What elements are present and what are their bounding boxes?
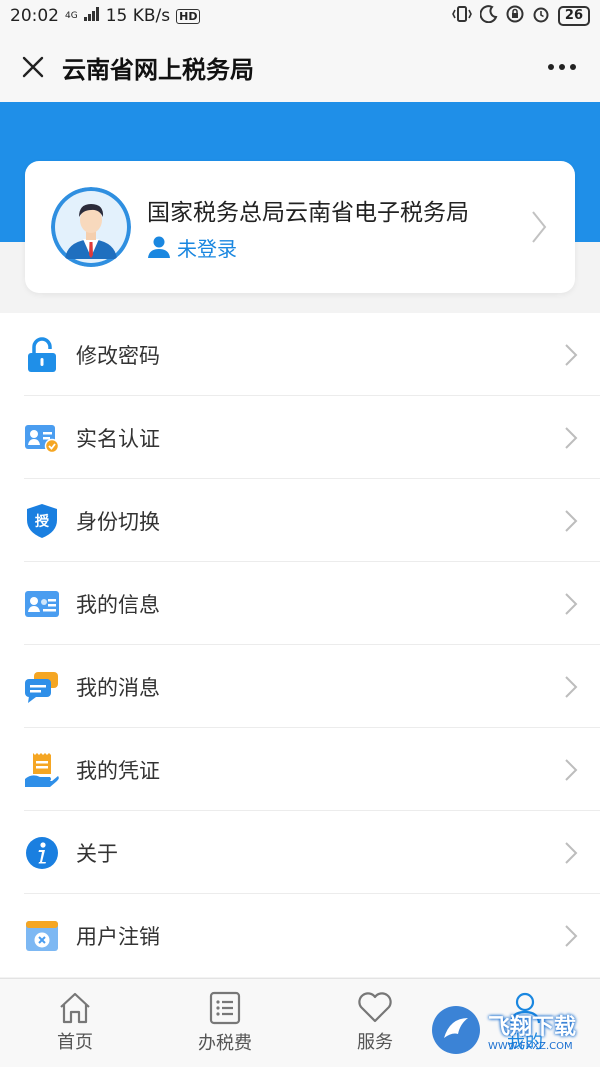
login-status-label: 未登录 [177, 236, 237, 261]
more-options-button[interactable] [542, 52, 582, 82]
menu-item-real-name-auth[interactable]: 实名认证 [0, 396, 600, 479]
watermark-url: WWW.FXXZ.COM [488, 1040, 573, 1052]
menu-list: 修改密码 实名认证 授 身份切换 我的信息 我的消息 我的凭证 关于 用户注销 [0, 313, 600, 977]
login-status[interactable]: 未登录 [147, 233, 529, 262]
watermark-text: 飞翔下载 [488, 1014, 577, 1040]
clock: 20:02 [10, 6, 59, 26]
more-dots-icon [548, 64, 576, 70]
menu-item-my-messages[interactable]: 我的消息 [0, 645, 600, 728]
menu-item-deregister[interactable]: 用户注销 [0, 894, 600, 977]
chevron-right-icon [565, 758, 578, 781]
menu-item-change-password[interactable]: 修改密码 [0, 313, 600, 396]
hd-icon: HD [176, 8, 201, 24]
heart-icon [358, 992, 392, 1023]
info-card-icon [24, 586, 60, 622]
svg-text:授: 授 [35, 513, 50, 530]
chevron-right-icon [565, 509, 578, 532]
close-icon [22, 56, 44, 78]
user-icon [148, 236, 170, 258]
id-verify-icon [24, 420, 60, 456]
voucher-icon [24, 752, 60, 788]
menu-item-identity-switch[interactable]: 授 身份切换 [0, 479, 600, 562]
menu-item-my-vouchers[interactable]: 我的凭证 [0, 728, 600, 811]
menu-item-label: 我的信息 [76, 592, 160, 617]
chevron-right-icon [565, 343, 578, 366]
watermark-logo-icon [432, 1006, 480, 1054]
battery-indicator: 26 [557, 6, 590, 26]
menu-item-label: 我的消息 [76, 675, 160, 700]
menu-item-about[interactable]: 关于 [0, 811, 600, 894]
alarm-icon [532, 5, 550, 27]
menu-item-label: 用户注销 [76, 924, 160, 949]
chevron-right-icon [565, 592, 578, 615]
home-icon [60, 992, 90, 1024]
menu-item-label: 我的凭证 [76, 758, 160, 783]
org-name: 国家税务总局云南省电子税务局 [147, 199, 469, 226]
chevron-right-icon [565, 426, 578, 449]
network-type: 4G [65, 11, 78, 21]
net-speed: 15 KB/s [105, 6, 171, 26]
rotation-lock-icon [506, 5, 524, 27]
chevron-right-icon [532, 211, 547, 243]
watermark: 飞翔下载 WWW.FXXZ.COM [430, 1000, 600, 1060]
message-icon [24, 669, 60, 705]
menu-item-label: 实名认证 [76, 426, 160, 451]
title-bar: 云南省网上税务局 [0, 32, 600, 102]
page-title: 云南省网上税务局 [62, 55, 254, 84]
chevron-right-icon [565, 841, 578, 864]
status-bar: 20:02 4G 15 KB/s HD 26 [0, 0, 600, 32]
signal-icon [83, 6, 100, 26]
nav-label: 首页 [57, 1032, 93, 1053]
lock-icon [24, 336, 60, 373]
menu-item-label: 关于 [76, 841, 118, 866]
deregister-icon [24, 918, 60, 954]
menu-item-label: 修改密码 [76, 343, 160, 368]
nav-label: 服务 [357, 1032, 393, 1053]
profile-card[interactable]: 国家税务总局云南省电子税务局 未登录 [25, 161, 575, 293]
shield-authorize-icon: 授 [24, 503, 60, 539]
menu-item-my-info[interactable]: 我的信息 [0, 562, 600, 645]
list-icon [209, 991, 241, 1025]
menu-item-label: 身份切换 [76, 509, 160, 534]
nav-item-tax[interactable]: 办税费 [150, 979, 300, 1067]
moon-icon [479, 5, 498, 27]
nav-item-home[interactable]: 首页 [0, 979, 150, 1067]
avatar [51, 187, 131, 267]
nav-label: 办税费 [198, 1033, 252, 1054]
nav-item-services[interactable]: 服务 [300, 979, 450, 1067]
vibrate-icon [452, 5, 472, 27]
close-button[interactable] [18, 52, 48, 82]
chevron-right-icon [565, 675, 578, 698]
about-icon [24, 835, 60, 871]
chevron-right-icon [565, 924, 578, 947]
